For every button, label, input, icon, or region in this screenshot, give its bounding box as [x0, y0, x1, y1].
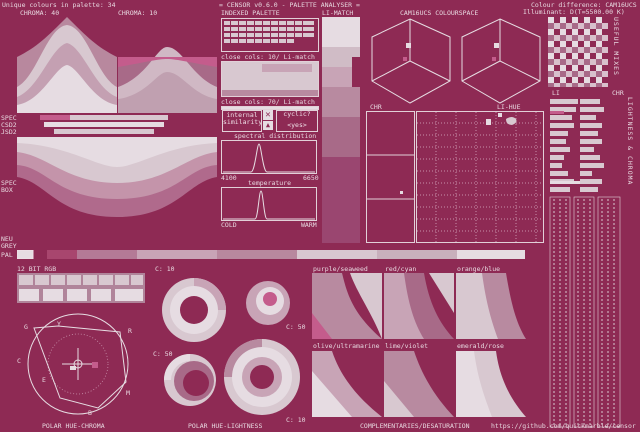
internal-similarity-label: internal similarity	[223, 111, 263, 126]
spec-bar-1-seg	[40, 115, 70, 120]
cold-label: COLD	[221, 221, 237, 229]
complementaries-label: COMPLEMENTARIES/DESATURATION	[360, 422, 470, 430]
indexed-palette-label: INDEXED PALETTE	[221, 9, 280, 17]
cam16-label: CAM16UCS COLOURSPACE	[400, 9, 479, 17]
spec-box-label-2: BOX	[1, 186, 13, 194]
warm-label: WARM	[301, 221, 317, 229]
spec-box-plot	[17, 137, 217, 232]
li-right-label: LI	[552, 89, 560, 97]
lightness-chroma-label: LIGHTNESS & CHROMA	[626, 97, 634, 186]
purple-seaweed-label: purple/seaweed	[313, 265, 368, 273]
close-cols-1-panel	[221, 61, 319, 97]
red-cyan-label: red/cyan	[385, 265, 417, 273]
spectral-distribution-label: spectral distribution	[234, 132, 317, 140]
indexed-palette-panel	[221, 18, 319, 52]
wheel-c-label: C	[17, 357, 21, 365]
cam16-cubes	[371, 18, 541, 104]
wheel-g-label: G	[24, 323, 28, 331]
li-hue-plot	[366, 111, 544, 243]
wheel-m-label: M	[126, 389, 130, 397]
wheel-e-label: E	[42, 376, 46, 384]
chroma-40-label: CHROMA: 40	[20, 9, 60, 17]
temperature-label: temperature	[248, 179, 292, 187]
cyclic-box: cyclic? <yes>	[276, 110, 318, 132]
illuminant-text: Illuminant: D(T=5500.00 K)	[523, 8, 625, 16]
internal-similarity-box: internal similarity	[222, 110, 262, 132]
wheel-r-label: R	[128, 327, 132, 335]
cyclic-label: cyclic?	[283, 110, 311, 118]
spec-max-label: 6650	[303, 174, 319, 182]
jsd2-label: JSD2	[1, 128, 17, 136]
close-x-icon[interactable]: ✕	[263, 110, 273, 120]
c10-a-label: C: 10	[155, 265, 175, 273]
wheel-y-label: Y	[57, 320, 61, 328]
useful-mixes-checker	[548, 17, 608, 87]
polar-hue-chroma-label: POLAR HUE-CHROMA	[42, 422, 105, 430]
pal-label: PAL	[1, 251, 13, 259]
app-title: = CENSOR v0.6.0 - PALETTE ANALYSER =	[219, 1, 360, 9]
li-match-strip	[322, 17, 360, 243]
chroma-10-label: CHROMA: 10	[118, 9, 158, 17]
grey-label: GREY	[1, 242, 17, 250]
spec-bar-3	[54, 129, 154, 134]
palette-strip	[16, 249, 525, 260]
chroma-lightness-plots	[17, 17, 217, 113]
wheel-b-label: B	[88, 409, 92, 417]
bit12-label: 12 BIT RGB	[17, 265, 57, 273]
temperature-plot	[221, 187, 317, 221]
rgb12-swatches	[17, 273, 145, 303]
github-link[interactable]: https://github.com/quickmarble/censor	[491, 423, 636, 430]
spec-bar-2	[44, 122, 164, 127]
complementaries-plots	[312, 273, 526, 417]
close-cols-2-label: close cols: 70/ Li-match	[221, 98, 315, 106]
li-match-label: LI-MATCH	[322, 9, 354, 17]
chr-right-label: CHR	[612, 89, 624, 97]
li-hue-label: LI-HUE	[497, 103, 521, 111]
lightness-chroma-bars	[549, 99, 621, 428]
useful-mixes-label: USEFUL MIXES	[612, 17, 620, 76]
chr-label: CHR	[370, 103, 382, 111]
close-cols-1-label: close cols: 10/ Li-match	[221, 53, 315, 61]
polar-hue-lightness-label: POLAR HUE-LIGHTNESS	[188, 422, 263, 430]
polar-hue-chroma-plot	[27, 313, 129, 415]
orange-blue-label: orange/blue	[457, 265, 501, 273]
polar-hue-lightness-circles	[162, 278, 300, 415]
cyclic-value: <yes>	[287, 121, 307, 129]
warning-triangle-icon: ▲	[263, 121, 273, 130]
unique-colours-text: Unique colours in palette: 34	[2, 1, 116, 9]
spectral-distribution-plot	[221, 140, 317, 174]
spec-min-label: 4100	[221, 174, 237, 182]
